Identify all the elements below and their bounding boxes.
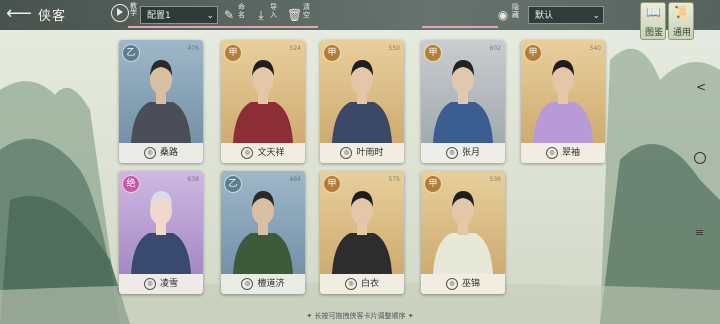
hero-name: 巫锦 — [461, 279, 480, 289]
chevron-down-icon: ⌄ — [206, 11, 214, 21]
hero-name-bar: ◎ 文天祥 — [221, 143, 305, 163]
hero-card[interactable]: 甲 550 ◎ 叶雨时 — [320, 40, 404, 163]
card-stat: 484 — [289, 176, 301, 183]
faction-icon: ◎ — [545, 146, 558, 159]
faction-icon: ◎ — [143, 146, 156, 159]
hide-label: 隐藏 — [512, 3, 519, 19]
hero-name-bar: ◎ 桑路 — [119, 143, 203, 163]
hero-name-bar: ◎ 翠袖 — [521, 143, 605, 163]
clear-label: 清空 — [303, 3, 310, 19]
home-nav-icon[interactable] — [694, 152, 706, 164]
card-stat: 638 — [187, 176, 199, 183]
hide-toggle-button[interactable]: ◉ 隐藏 — [496, 3, 524, 26]
book-icon: 📖 — [646, 5, 661, 19]
config-select-value: 配置1 — [147, 11, 171, 21]
faction-icon: ◎ — [445, 146, 458, 159]
clear-button[interactable]: 🗑 清空 — [287, 3, 315, 26]
brush-icon: ✎ — [223, 8, 235, 22]
codex-button[interactable]: 📖 图鉴 — [640, 2, 666, 40]
hero-name-bar: ◎ 叶雨时 — [320, 143, 404, 163]
accent-line — [128, 26, 318, 28]
card-stat: 476 — [187, 45, 199, 52]
page-title: 侠客 — [38, 9, 67, 24]
rename-button[interactable]: ✎ 命名 — [222, 3, 250, 26]
accent-line — [422, 26, 498, 28]
hero-card[interactable]: 乙 484 ◎ 檀道济 — [221, 171, 305, 294]
general-button[interactable]: 📜 通用 — [668, 2, 694, 40]
faction-icon: ◎ — [241, 146, 254, 159]
hero-name: 文天祥 — [257, 148, 285, 158]
card-stat: 575 — [388, 176, 400, 183]
grade-badge: 乙 — [122, 44, 140, 62]
faction-icon: ◎ — [143, 277, 156, 290]
config-select[interactable]: 配置1 ⌄ — [140, 6, 218, 24]
card-stat: 602 — [489, 45, 501, 52]
hero-name: 叶雨时 — [356, 148, 384, 158]
grade-badge: 甲 — [424, 44, 442, 62]
sort-select[interactable]: 默认 ⌄ — [528, 6, 604, 24]
faction-icon: ◎ — [344, 277, 357, 290]
hero-card[interactable]: 甲 524 ◎ 文天祥 — [221, 40, 305, 163]
hero-card[interactable]: 甲 540 ◎ 翠袖 — [521, 40, 605, 163]
grade-badge: 甲 — [323, 44, 341, 62]
grade-badge: 绝 — [122, 175, 140, 193]
tutorial-label: 教学 — [130, 2, 137, 17]
faction-icon: ◎ — [340, 146, 353, 159]
hero-card[interactable]: 乙 476 ◎ 桑路 — [119, 40, 203, 163]
hero-card[interactable]: 甲 536 ◎ 巫锦 — [421, 171, 505, 294]
eye-icon: ◉ — [497, 8, 509, 22]
faction-icon: ◎ — [241, 277, 254, 290]
card-stat: 540 — [589, 45, 601, 52]
sort-select-value: 默认 — [535, 11, 554, 21]
hero-card[interactable]: 甲 602 ◎ 张月 — [421, 40, 505, 163]
hero-name: 檀道济 — [257, 279, 285, 289]
trash-icon: 🗑 — [287, 8, 303, 22]
grade-badge: 甲 — [323, 175, 341, 193]
hero-name-bar: ◎ 张月 — [421, 143, 505, 163]
rename-label: 命名 — [238, 3, 245, 19]
back-arrow-icon[interactable]: ⟵ — [6, 4, 32, 24]
hero-name: 桑路 — [159, 148, 178, 158]
hero-name-bar: ◎ 檀道济 — [221, 274, 305, 294]
hero-name: 白衣 — [360, 279, 379, 289]
card-stat: 550 — [388, 45, 400, 52]
hero-name: 翠袖 — [561, 148, 580, 158]
hero-name-bar: ◎ 巫锦 — [421, 274, 505, 294]
download-icon: ⤓ — [258, 8, 264, 22]
grade-badge: 甲 — [224, 44, 242, 62]
import-button[interactable]: ⤓ 导入 — [254, 3, 282, 26]
grade-badge: 乙 — [224, 175, 242, 193]
import-label: 导入 — [270, 3, 277, 19]
faction-icon: ◎ — [445, 277, 458, 290]
top-bar — [0, 0, 720, 30]
hero-name: 凌雪 — [159, 279, 178, 289]
scroll-icon: 📜 — [674, 5, 689, 19]
hero-name-bar: ◎ 白衣 — [320, 274, 404, 294]
drag-hint: ✦ 长按可拖拽侠客卡片调整顺序 ✦ — [306, 312, 414, 320]
hero-name: 张月 — [461, 148, 480, 158]
hero-card[interactable]: 甲 575 ◎ 白衣 — [320, 171, 404, 294]
card-stat: 524 — [289, 45, 301, 52]
hero-name-bar: ◎ 凌雪 — [119, 274, 203, 294]
tutorial-button[interactable]: 教学 — [111, 3, 137, 25]
back-nav-icon[interactable]: < — [696, 80, 706, 94]
codex-label: 图鉴 — [644, 28, 663, 38]
grade-badge: 甲 — [424, 175, 442, 193]
card-stat: 536 — [489, 176, 501, 183]
menu-nav-icon[interactable]: ≡ — [695, 226, 704, 239]
chevron-down-icon: ⌄ — [592, 11, 600, 21]
general-label: 通用 — [672, 28, 691, 38]
hero-card[interactable]: 绝 638 ◎ 凌雪 — [119, 171, 203, 294]
grade-badge: 甲 — [524, 44, 542, 62]
